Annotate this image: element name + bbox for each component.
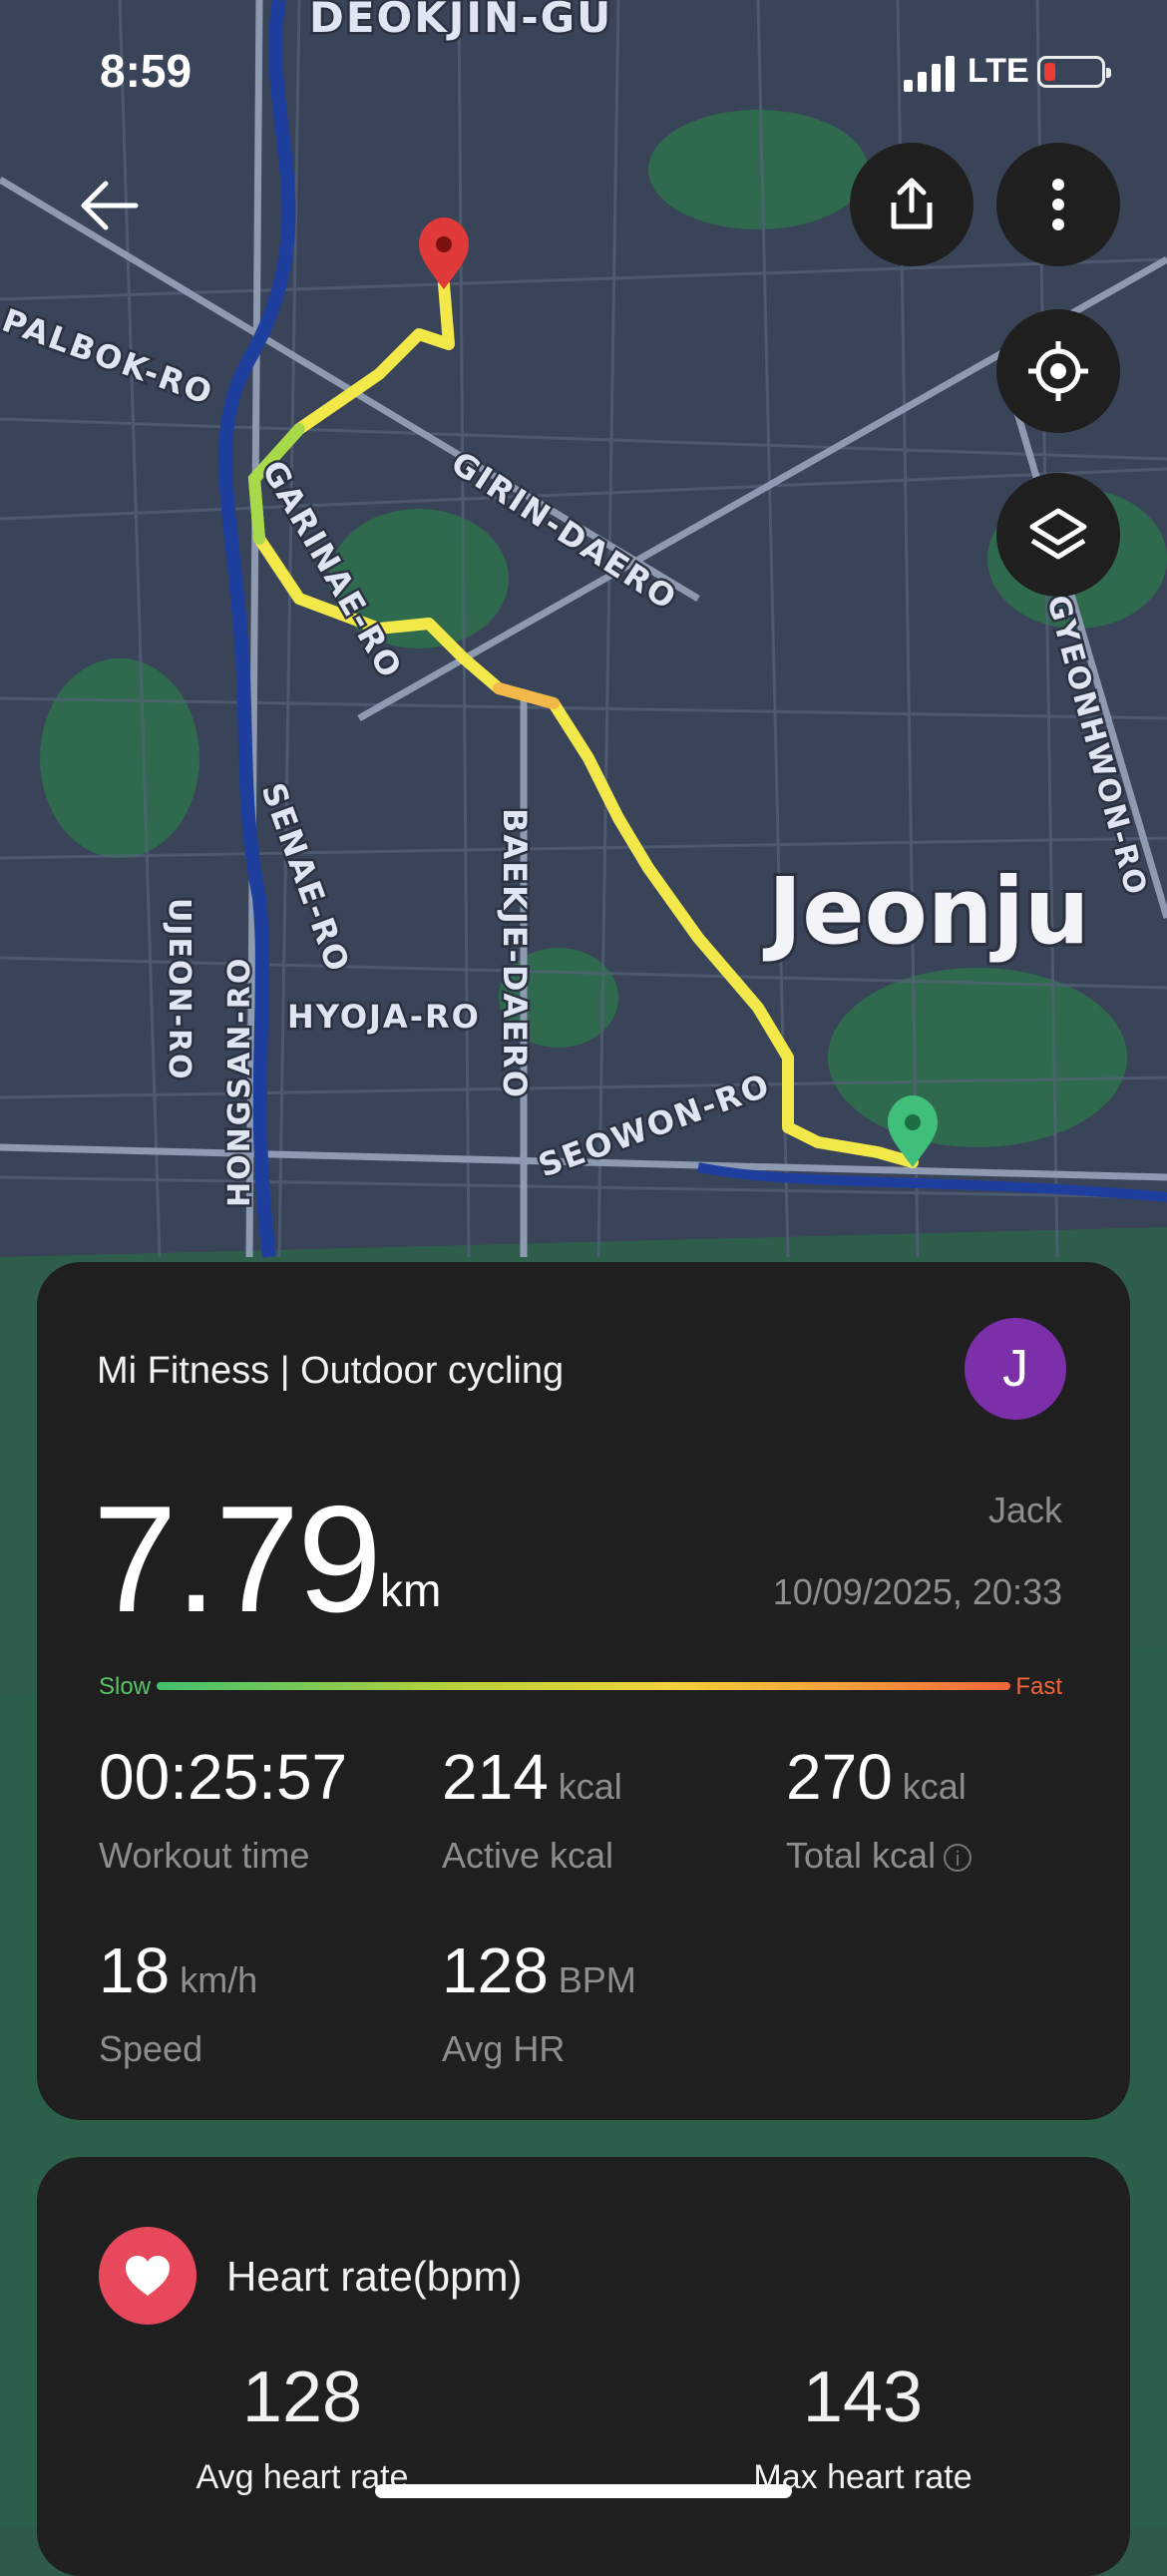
avatar[interactable]: J — [965, 1318, 1066, 1420]
avg-heart-rate-value: 128 — [241, 2358, 363, 2437]
pace-gradient-bar — [157, 1682, 1010, 1690]
metric-workout-time: 00:25:57 Workout time — [99, 1745, 347, 1877]
locate-button[interactable] — [996, 309, 1120, 433]
layers-icon — [1029, 508, 1087, 560]
metric-label: Workout time — [99, 1835, 310, 1876]
metric-label: Avg HR — [442, 2028, 566, 2069]
workout-summary-card: Mi Fitness | Outdoor cycling J 7.79 km J… — [37, 1262, 1130, 2120]
metric-value: 18 — [99, 1934, 171, 2006]
back-button[interactable] — [76, 176, 146, 235]
user-name: Jack — [987, 1490, 1062, 1530]
heart-badge — [99, 2227, 196, 2325]
metric-unit: BPM — [558, 1959, 636, 2000]
status-bar: 8:59 LTE — [0, 0, 1167, 150]
signal-icon — [904, 56, 960, 92]
metric-unit: km/h — [180, 1959, 258, 2000]
map-road-label: UJEON-RO — [162, 898, 196, 1081]
metric-avg-hr: 128 BPM Avg HR — [442, 1938, 636, 2070]
distance-unit: km — [380, 1564, 442, 1616]
battery-icon — [1037, 56, 1111, 88]
distance-value: 7.79 — [93, 1475, 382, 1644]
metric-total-kcal: 270 kcal Total kcal i — [786, 1745, 972, 1877]
metric-speed: 18 km/h Speed — [99, 1938, 257, 2070]
home-indicator[interactable] — [375, 2484, 792, 2498]
map-road-label: HONGSAN-RO — [222, 957, 257, 1207]
locate-icon — [1028, 341, 1088, 401]
metric-label: Active kcal — [442, 1835, 614, 1876]
status-time: 8:59 — [100, 45, 193, 97]
metric-unit: kcal — [902, 1766, 967, 1807]
heart-rate-title: Heart rate(bpm) — [226, 2253, 523, 2300]
map-city-label: Jeonju — [762, 858, 1089, 965]
share-icon — [891, 178, 933, 229]
pace-fast-label: Fast — [1015, 1673, 1062, 1700]
more-vertical-icon — [1052, 179, 1064, 230]
heart-rate-card[interactable]: Heart rate(bpm) 128 Avg heart rate 143 M… — [37, 2157, 1130, 2576]
info-icon[interactable]: i — [944, 1844, 972, 1873]
map-road-label: HYOJA-RO — [287, 998, 481, 1036]
map-layers-button[interactable] — [996, 473, 1120, 597]
heart-icon — [126, 2256, 170, 2296]
metric-value: 128 — [442, 1934, 549, 2006]
metric-unit: kcal — [558, 1766, 622, 1807]
map-road-label: BAEKJE-DAERO — [496, 808, 534, 1099]
metric-label: Speed — [99, 2028, 203, 2069]
metric-value: 00:25:57 — [99, 1741, 348, 1813]
metric-value: 214 — [442, 1741, 549, 1813]
max-heart-rate-value: 143 — [802, 2358, 924, 2437]
workout-datetime: 10/09/2025, 20:33 — [772, 1571, 1062, 1612]
metric-label: Total kcal — [786, 1835, 937, 1876]
pace-slow-label: Slow — [99, 1673, 152, 1700]
more-options-button[interactable] — [996, 143, 1120, 266]
workout-title: Mi Fitness | Outdoor cycling — [97, 1350, 565, 1392]
network-label: LTE — [968, 52, 1029, 90]
back-arrow-icon — [81, 181, 139, 230]
share-button[interactable] — [850, 143, 973, 266]
metric-active-kcal: 214 kcal Active kcal — [442, 1745, 622, 1877]
metric-value: 270 — [786, 1741, 893, 1813]
